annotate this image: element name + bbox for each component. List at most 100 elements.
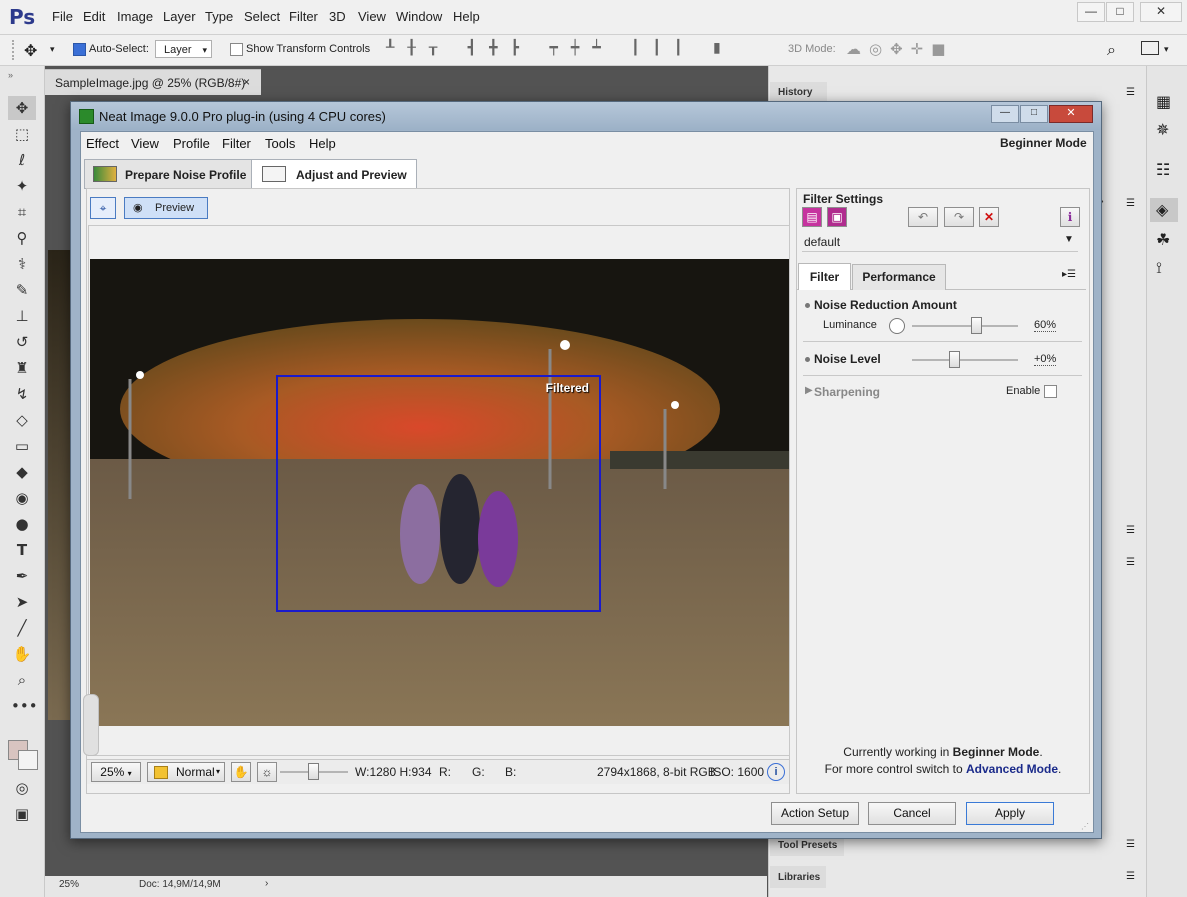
type-tool-icon[interactable]: T xyxy=(11,540,33,560)
quick-mask-icon[interactable]: ◎ xyxy=(11,778,33,798)
path-selection-icon[interactable]: ➤ xyxy=(11,592,33,612)
line-tool-icon[interactable]: ╱ xyxy=(11,618,33,638)
maximize-icon[interactable]: □ xyxy=(1020,105,1048,123)
menu-select[interactable]: Select xyxy=(244,9,280,24)
menu-type[interactable]: Type xyxy=(205,9,233,24)
advanced-mode-link[interactable]: Advanced Mode xyxy=(966,762,1058,776)
hand-icon[interactable]: ✋ xyxy=(231,762,251,782)
preview-photo[interactable]: Filtered xyxy=(90,259,789,726)
adjustments-icon[interactable]: ☷ xyxy=(1156,160,1170,179)
menu-edit[interactable]: Edit xyxy=(83,9,105,24)
panel-menu-icon[interactable]: ☰ xyxy=(1126,557,1135,568)
zoom-tool-icon[interactable]: ⌕ xyxy=(11,670,33,690)
tool-presets-tab[interactable]: Tool Presets xyxy=(770,836,844,856)
info-icon[interactable]: i xyxy=(767,763,785,781)
navigator-icon[interactable]: ✵ xyxy=(1156,120,1169,139)
resize-grip[interactable]: ⋰ xyxy=(1081,822,1089,831)
more-tools-icon[interactable]: ••• xyxy=(11,696,38,716)
open-preset-icon[interactable]: ▤ xyxy=(802,207,822,227)
crop-tool-icon[interactable]: ⌗ xyxy=(11,202,33,222)
ni-menu-view[interactable]: View xyxy=(131,136,159,151)
minimize-icon[interactable]: — xyxy=(991,105,1019,123)
screen-mode-icon[interactable]: ▣ xyxy=(11,804,33,824)
ni-menu-help[interactable]: Help xyxy=(309,136,336,151)
workspace-icon[interactable] xyxy=(1141,41,1159,55)
marquee-tool-icon[interactable]: ⬚ xyxy=(11,124,33,144)
lasso-tool-icon[interactable]: ℓ xyxy=(11,150,33,170)
noise-level-value[interactable]: +0% xyxy=(1034,353,1057,366)
move-tool-icon[interactable]: ✥ xyxy=(24,41,37,60)
history-brush-icon[interactable]: ↺ xyxy=(11,332,33,352)
auto-select-dropdown[interactable]: Layer ▾ xyxy=(155,40,212,58)
blend-mode-dropdown[interactable]: Normal ▾ xyxy=(147,762,225,782)
eyedropper-icon[interactable]: ⚲ xyxy=(11,228,33,248)
dodge-tool-icon[interactable]: ◉ xyxy=(11,488,33,508)
channels-icon[interactable]: ☘ xyxy=(1156,230,1170,249)
action-setup-button[interactable]: Action Setup xyxy=(771,802,859,825)
dialog-titlebar[interactable]: Neat Image 9.0.0 Pro plug-in (using 4 CP… xyxy=(71,102,1101,130)
collapse-icon[interactable]: » xyxy=(8,70,13,80)
luminance-slider[interactable] xyxy=(912,325,1018,327)
menu-3d[interactable]: 3D xyxy=(329,9,346,24)
luminance-reset-icon[interactable] xyxy=(889,318,905,334)
blur-tool-icon[interactable]: ◆ xyxy=(11,462,33,482)
eraser-tool-icon[interactable]: ◇ xyxy=(11,410,33,430)
clone-stamp-icon[interactable]: ♜ xyxy=(11,358,33,378)
menu-image[interactable]: Image xyxy=(117,9,153,24)
history-tab[interactable]: History xyxy=(770,82,827,102)
document-tab[interactable]: SampleImage.jpg @ 25% (RGB/8#) × xyxy=(45,69,261,96)
toolbar-grip[interactable] xyxy=(12,40,24,60)
libraries-tab[interactable]: Libraries xyxy=(770,866,826,888)
chevron-down-icon[interactable]: ▾ xyxy=(1164,44,1169,55)
minimize-icon[interactable]: — xyxy=(1077,2,1105,22)
ni-menu-effect[interactable]: Effect xyxy=(86,136,119,151)
menu-file[interactable]: File xyxy=(52,9,73,24)
show-transform-checkbox[interactable] xyxy=(230,43,243,56)
search-icon[interactable]: ⌕ xyxy=(1107,40,1116,60)
panel-menu-icon[interactable]: ☰ xyxy=(1126,871,1135,882)
pane-splitter-handle[interactable] xyxy=(83,694,99,756)
luminance-slider-thumb[interactable] xyxy=(970,317,982,334)
ni-menu-tools[interactable]: Tools xyxy=(265,136,295,151)
menu-help[interactable]: Help xyxy=(453,9,480,24)
menu-filter[interactable]: Filter xyxy=(289,9,318,24)
move-tool-icon[interactable]: ✥ xyxy=(11,98,33,118)
layers-icon[interactable]: ◈ xyxy=(1156,200,1168,219)
preview-selection-rectangle[interactable]: Filtered xyxy=(276,375,601,612)
chevron-down-icon[interactable]: ▾ xyxy=(50,44,55,55)
sharpening-title[interactable]: Sharpening xyxy=(814,385,880,399)
close-icon[interactable]: × xyxy=(243,75,250,89)
reset-icon[interactable]: ✕ xyxy=(979,207,999,227)
grid-icon[interactable]: ▦ xyxy=(1156,92,1171,111)
tab-adjust-and-preview[interactable]: Adjust and Preview xyxy=(251,159,417,189)
close-icon[interactable]: ✕ xyxy=(1049,105,1093,123)
save-preset-icon[interactable]: ▣ xyxy=(827,207,847,227)
select-preview-area-icon[interactable]: ⌖ xyxy=(90,197,116,219)
hand-tool-icon[interactable]: ✋ xyxy=(11,644,33,664)
ni-menu-filter[interactable]: Filter xyxy=(222,136,251,151)
panel-menu-icon[interactable]: ☰ xyxy=(1126,87,1135,98)
brush-tool-icon[interactable]: ✎ xyxy=(11,280,33,300)
maximize-icon[interactable]: □ xyxy=(1106,2,1134,22)
apply-button[interactable]: Apply xyxy=(966,802,1054,825)
redo-icon[interactable]: ↷ xyxy=(944,207,974,227)
chevron-right-icon[interactable]: › xyxy=(265,878,268,889)
menu-layer[interactable]: Layer xyxy=(163,9,196,24)
tab-performance[interactable]: Performance xyxy=(852,264,946,290)
noise-level-slider[interactable] xyxy=(912,359,1018,361)
magic-wand-icon[interactable]: ✦ xyxy=(11,176,33,196)
preview-button[interactable]: ◉ Preview xyxy=(124,197,208,219)
pen-tool-icon[interactable]: ✒ xyxy=(11,566,33,586)
tab-menu-icon[interactable]: ▸☰ xyxy=(1062,269,1076,280)
noise-level-slider-thumb[interactable] xyxy=(949,351,961,368)
cancel-button[interactable]: Cancel xyxy=(868,802,956,825)
panel-menu-icon[interactable]: ☰ xyxy=(1126,839,1135,850)
background-color-swatch[interactable] xyxy=(18,750,38,770)
panel-menu-icon[interactable]: ☰ xyxy=(1126,525,1135,536)
zoom-level[interactable]: 25% xyxy=(59,879,79,890)
undo-icon[interactable]: ↶ xyxy=(908,207,938,227)
art-brush-icon[interactable]: ↯ xyxy=(11,384,33,404)
sharpening-enable-checkbox[interactable] xyxy=(1044,385,1057,398)
align-buttons[interactable]: ┸╂┰ ┫╋┣ ┯┿┷ ┃┃┃ ▮ xyxy=(386,40,746,60)
gradient-tool-icon[interactable]: ▭ xyxy=(11,436,33,456)
